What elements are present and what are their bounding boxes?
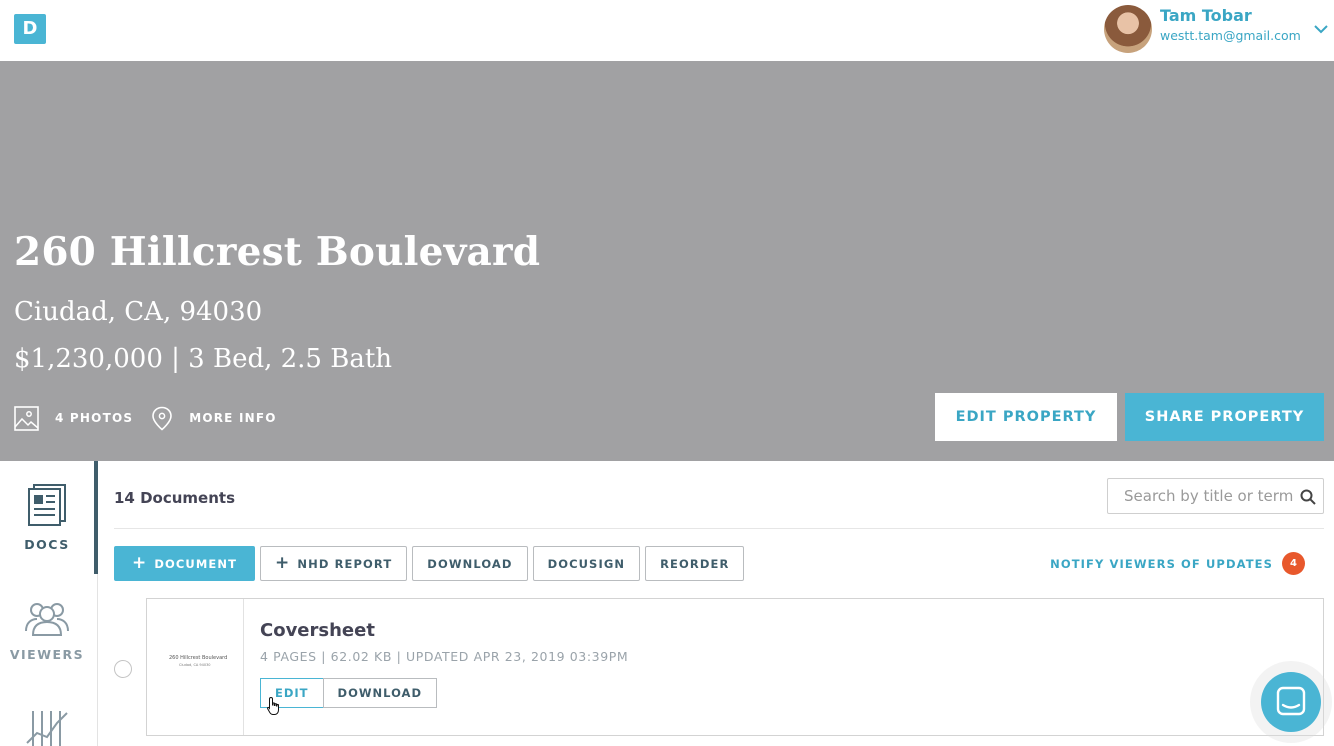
more-info-label: MORE INFO bbox=[189, 411, 277, 425]
document-title[interactable]: Coversheet bbox=[260, 620, 375, 641]
app-logo[interactable]: D bbox=[14, 14, 46, 44]
document-meta: 4 PAGES | 62.02 KB | UPDATED APR 23, 201… bbox=[260, 649, 629, 664]
more-info-link[interactable]: MORE INFO bbox=[151, 406, 276, 431]
thumbnail-subtitle: Ciudad, CA 94030 bbox=[179, 663, 211, 667]
property-address: 260 Hillcrest Boulevard bbox=[14, 229, 541, 275]
sidebar-item-viewers[interactable]: VIEWERS bbox=[0, 601, 94, 662]
photos-label: 4 PHOTOS bbox=[55, 411, 134, 425]
search-input[interactable] bbox=[1108, 479, 1298, 513]
edit-property-button[interactable]: EDIT PROPERTY bbox=[935, 393, 1117, 441]
user-email: westt.tam@gmail.com bbox=[1160, 28, 1301, 43]
add-document-button[interactable]: + DOCUMENT bbox=[114, 546, 256, 581]
notify-count-badge: 4 bbox=[1282, 552, 1305, 575]
docusign-button[interactable]: DOCUSIGN bbox=[532, 546, 641, 581]
analytics-icon bbox=[26, 711, 68, 746]
document-count: 14 Documents bbox=[114, 489, 236, 507]
nhd-report-label: NHD REPORT bbox=[297, 556, 393, 571]
sidebar-item-analytics[interactable] bbox=[0, 709, 94, 746]
viewers-icon bbox=[25, 603, 69, 636]
notify-viewers-link[interactable]: NOTIFY VIEWERS OF UPDATES 4 bbox=[1050, 552, 1305, 575]
plus-icon: + bbox=[275, 553, 291, 573]
chat-icon bbox=[1276, 686, 1306, 716]
hand-cursor-icon bbox=[267, 696, 279, 715]
property-city: Ciudad, CA, 94030 bbox=[14, 297, 263, 327]
download-document-button[interactable]: DOWNLOAD bbox=[322, 678, 437, 708]
user-name: Tam Tobar bbox=[1160, 6, 1252, 25]
image-icon bbox=[14, 405, 39, 431]
share-property-button[interactable]: SHARE PROPERTY bbox=[1125, 393, 1324, 441]
hero-links: 4 PHOTOS MORE INFO bbox=[14, 405, 295, 431]
document-thumbnail[interactable]: 260 Hillcrest Boulevard Ciudad, CA 94030 bbox=[147, 599, 244, 735]
add-document-label: DOCUMENT bbox=[154, 556, 238, 571]
user-menu[interactable]: Tam Tobar westt.tam@gmail.com bbox=[1104, 0, 1334, 61]
location-pin-icon bbox=[152, 406, 173, 431]
reorder-button[interactable]: REORDER bbox=[645, 546, 745, 581]
top-bar: D Tam Tobar westt.tam@gmail.com bbox=[0, 0, 1334, 61]
sidebar-active-indicator bbox=[94, 461, 98, 574]
docs-icon bbox=[28, 484, 66, 526]
documents-panel: 14 Documents + DOCUMENT + NHD REPORT DOW… bbox=[114, 461, 1324, 746]
documents-toolbar: + DOCUMENT + NHD REPORT DOWNLOAD DOCUSIG… bbox=[114, 546, 749, 581]
sidebar-item-docs[interactable]: DOCS bbox=[0, 483, 94, 552]
plus-icon: + bbox=[132, 553, 148, 573]
property-hero: 260 Hillcrest Boulevard Ciudad, CA, 9403… bbox=[0, 61, 1334, 461]
document-card: 260 Hillcrest Boulevard Ciudad, CA 94030… bbox=[146, 598, 1324, 736]
thumbnail-title: 260 Hillcrest Boulevard bbox=[169, 655, 228, 661]
notify-label: NOTIFY VIEWERS OF UPDATES bbox=[1050, 556, 1273, 571]
photos-link[interactable]: 4 PHOTOS bbox=[14, 405, 134, 431]
nhd-report-button[interactable]: + NHD REPORT bbox=[260, 546, 408, 581]
document-select-radio[interactable] bbox=[114, 660, 132, 678]
sidebar-item-label: DOCS bbox=[24, 537, 70, 552]
download-all-button[interactable]: DOWNLOAD bbox=[412, 546, 528, 581]
divider bbox=[114, 528, 1324, 529]
chevron-down-icon[interactable] bbox=[1312, 20, 1330, 38]
document-actions: EDIT DOWNLOAD bbox=[260, 678, 437, 708]
search-box bbox=[1107, 478, 1324, 514]
search-icon[interactable] bbox=[1300, 489, 1316, 505]
sidebar-item-label: VIEWERS bbox=[9, 647, 85, 662]
sidebar: DOCS VIEWERS bbox=[0, 461, 98, 746]
chat-button[interactable] bbox=[1261, 672, 1321, 732]
property-details: $1,230,000 | 3 Bed, 2.5 Bath bbox=[14, 344, 393, 374]
avatar[interactable] bbox=[1104, 5, 1152, 53]
